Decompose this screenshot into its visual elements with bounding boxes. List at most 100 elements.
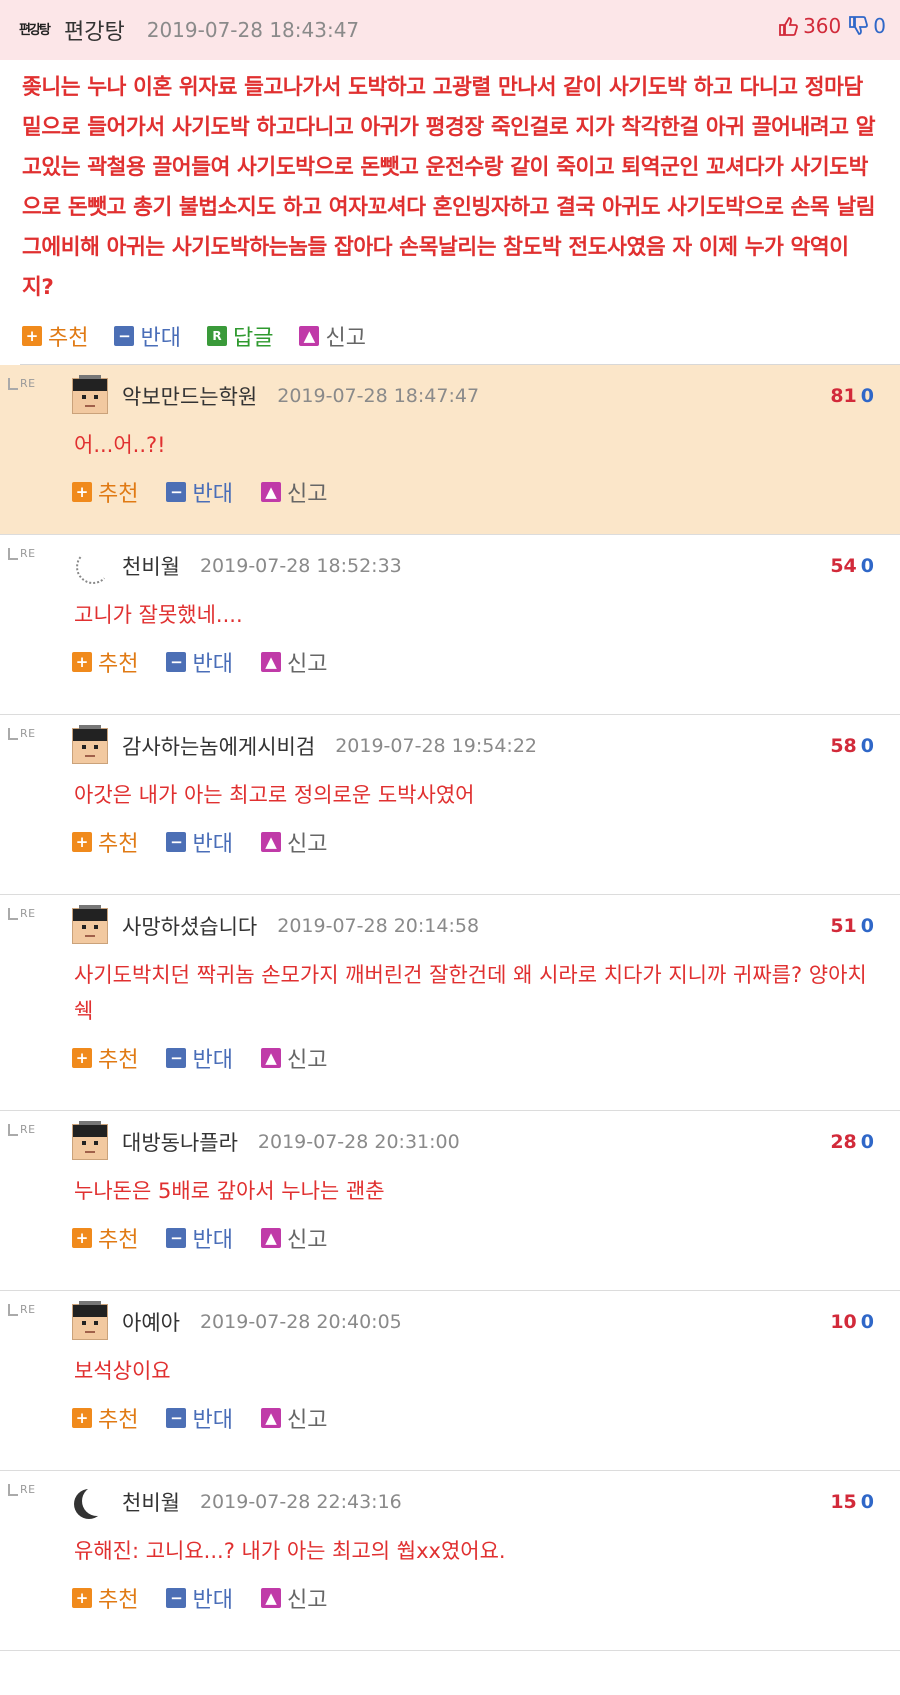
comment-author[interactable]: 대방동나플라	[122, 1127, 238, 1157]
comment-avatar[interactable]	[72, 375, 108, 414]
comment-author[interactable]: 사망하셨습니다	[122, 911, 257, 941]
comment-avatar[interactable]	[72, 1301, 108, 1340]
comment-header: RE 천비월 2019-07-28 22:43:16 15 0	[0, 1471, 900, 1533]
re-label: RE	[20, 1483, 36, 1496]
reply-icon: R	[206, 326, 227, 346]
comment-report-button[interactable]: ▲ 신고	[260, 476, 327, 508]
comment-recommend-button[interactable]: + 추천	[72, 476, 138, 508]
recommend-label: 추천	[98, 482, 139, 507]
comment-avatar[interactable]	[72, 1484, 108, 1520]
comment-oppose-button[interactable]: − 반대	[166, 646, 233, 678]
comment-report-button[interactable]: ▲ 신고	[260, 1402, 328, 1434]
comment-author[interactable]: 악보만드는학원	[122, 381, 257, 411]
comment-oppose-button[interactable]: − 반대	[166, 1402, 233, 1434]
comment-votes: 58 0	[830, 735, 874, 757]
plus-icon: +	[72, 832, 92, 852]
comment-author[interactable]: 천비월	[122, 551, 180, 581]
comment-date: 2019-07-28 19:54:22	[335, 735, 537, 757]
author-avatar[interactable]: 편강탕	[12, 10, 56, 50]
comment-header: RE 악보만드는학원 2019-07-28 18:47:47 81 0	[0, 365, 900, 427]
comment-avatar[interactable]	[72, 905, 108, 944]
comment-report-button[interactable]: ▲ 신고	[260, 826, 327, 858]
comment-votes: 15 0	[830, 1491, 874, 1513]
comment-report-button[interactable]: ▲ 신고	[260, 1222, 328, 1254]
comment-avatar[interactable]	[72, 548, 110, 584]
comment-header: RE 천비월 2019-07-28 18:52:33 54 0	[0, 535, 900, 597]
comment-author[interactable]: 천비월	[122, 1487, 180, 1517]
comment-item: RE 아예아 2019-07-28 20:40:05 10 0 보석상이요 + 추천 − 반대 ▲ 신…	[0, 1291, 900, 1471]
siren-icon: ▲	[260, 1228, 281, 1248]
oppose-button[interactable]: − 반대	[114, 320, 181, 352]
oppose-label: 반대	[192, 1408, 233, 1433]
comment-oppose-button[interactable]: − 반대	[166, 476, 233, 508]
reply-button[interactable]: R 답글	[206, 320, 273, 352]
report-label: 신고	[286, 1408, 328, 1433]
recommend-button[interactable]: + 추천	[22, 320, 88, 352]
comment-recommend-button[interactable]: + 추천	[72, 1042, 138, 1074]
comment-text: 유해진: 고니요...? 내가 아는 최고의 쒑xx였어요.	[74, 1539, 506, 1563]
plus-icon: +	[72, 482, 92, 502]
recommend-label: 추천	[98, 652, 139, 677]
comment-oppose-button[interactable]: − 반대	[166, 826, 233, 858]
report-label: 신고	[286, 1228, 328, 1253]
comment-avatar[interactable]	[72, 725, 108, 764]
report-label: 신고	[325, 326, 366, 351]
comment-upvotes: 28	[830, 1131, 857, 1153]
comment-text: 사기도박치던 짝귀놈 손모가지 깨버린건 잘한건데 왜 시라로 치다가 지니까 …	[74, 963, 867, 1023]
comment-recommend-button[interactable]: + 추천	[72, 1222, 138, 1254]
comment-oppose-button[interactable]: − 반대	[166, 1582, 233, 1614]
comment-downvotes: 0	[860, 555, 874, 577]
minus-icon: −	[114, 326, 135, 346]
siren-icon: ▲	[260, 1588, 281, 1608]
reply-arrow-icon: RE	[8, 547, 36, 560]
comment-upvotes: 54	[830, 555, 857, 577]
thumbs-up-icon[interactable]	[777, 15, 799, 37]
siren-icon: ▲	[260, 482, 281, 502]
recommend-label: 추천	[48, 326, 89, 351]
comment-oppose-button[interactable]: − 반대	[166, 1222, 233, 1254]
reply-arrow-icon: RE	[8, 1123, 36, 1136]
comment-date: 2019-07-28 18:52:33	[199, 555, 402, 577]
comment-recommend-button[interactable]: + 추천	[72, 1402, 138, 1434]
report-button[interactable]: ▲ 신고	[299, 320, 366, 352]
re-label: RE	[20, 907, 36, 920]
reply-arrow-icon: RE	[8, 1483, 36, 1496]
comment-actions: + 추천 − 반대 ▲ 신고	[0, 813, 900, 871]
reply-arrow-icon: RE	[8, 727, 36, 740]
oppose-label: 반대	[140, 326, 181, 351]
comment-text: 아갓은 내가 아는 최고로 정의로운 도박사였어	[74, 783, 475, 807]
minus-icon: −	[166, 1588, 187, 1608]
re-label: RE	[20, 377, 36, 390]
comment-item: RE 천비월 2019-07-28 18:52:33 54 0 고니가 잘못했네.... +…	[0, 535, 900, 715]
comment-list: RE 악보만드는학원 2019-07-28 18:47:47 81 0 어...어..?!…	[0, 365, 900, 1651]
thumbs-down-icon[interactable]	[847, 15, 869, 37]
comment-report-button[interactable]: ▲ 신고	[260, 1582, 327, 1614]
comment-oppose-button[interactable]: − 반대	[166, 1042, 233, 1074]
comment-avatar[interactable]	[72, 1121, 108, 1160]
pixel-face-icon	[72, 1301, 108, 1340]
comment-author[interactable]: 아예아	[122, 1307, 180, 1337]
comment-recommend-button[interactable]: + 추천	[72, 1582, 138, 1614]
oppose-label: 반대	[192, 652, 233, 677]
report-label: 신고	[286, 652, 328, 677]
comment-upvotes: 51	[830, 915, 857, 937]
comment-author[interactable]: 감사하는놈에게시비검	[122, 731, 315, 761]
post-author[interactable]: 편강탕	[64, 14, 125, 46]
comment-report-button[interactable]: ▲ 신고	[260, 646, 328, 678]
minus-icon: −	[166, 1048, 187, 1068]
oppose-label: 반대	[192, 482, 233, 507]
comment-report-button[interactable]: ▲ 신고	[260, 1042, 327, 1074]
pixel-face-icon	[72, 375, 108, 414]
comment-downvotes: 0	[860, 385, 874, 407]
re-label: RE	[20, 1123, 36, 1136]
comment-item: RE 악보만드는학원 2019-07-28 18:47:47 81 0 어...어..?!…	[0, 365, 900, 535]
comment-item: RE 감사하는놈에게시비검 2019-07-28 19:54:22 58 0 아갓은 내가…	[0, 715, 900, 895]
moon-icon	[82, 1486, 112, 1516]
comment-upvotes: 15	[830, 1491, 857, 1513]
comment-recommend-button[interactable]: + 추천	[72, 826, 138, 858]
comment-header: RE 감사하는놈에게시비검 2019-07-28 19:54:22 58 0	[0, 715, 900, 777]
comment-item: RE 대방동나플라 2019-07-28 20:31:00 28 0 누나돈은 5배로 갚…	[0, 1111, 900, 1291]
minus-icon: −	[166, 1408, 187, 1428]
comment-recommend-button[interactable]: + 추천	[72, 646, 138, 678]
reply-arrow-icon: RE	[8, 1303, 36, 1316]
